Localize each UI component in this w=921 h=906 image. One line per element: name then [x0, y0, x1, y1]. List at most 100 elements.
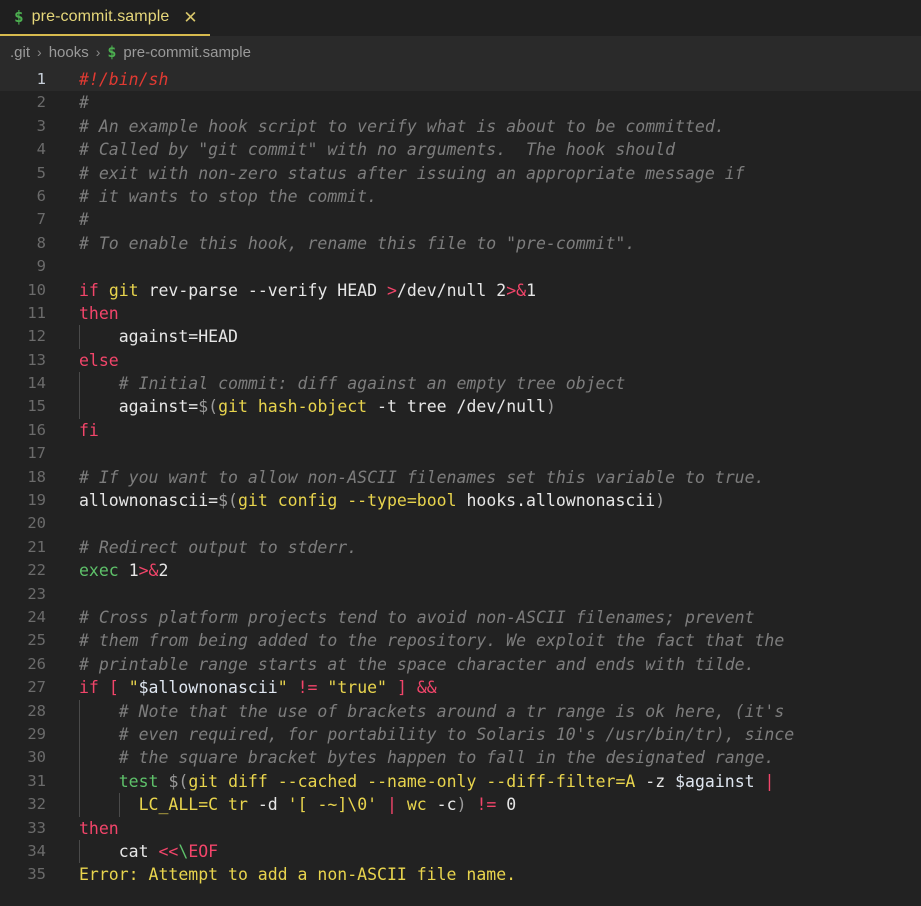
code-line[interactable]: 19 allownonascii=$(git config --type=bool… [0, 489, 921, 512]
code-line[interactable]: 22 exec 1>&2 [0, 559, 921, 582]
code-line-content[interactable]: LC_ALL=C tr -d '[ -~]\0' | wc -c) != 0 [46, 793, 921, 817]
code-line[interactable]: 33 then [0, 817, 921, 840]
line-number: 18 [27, 467, 46, 486]
code-line-content[interactable]: # Called by "git commit" with no argumen… [46, 138, 921, 161]
breadcrumb-item-git[interactable]: .git [10, 44, 30, 61]
breadcrumb-item-hooks[interactable]: hooks [49, 44, 89, 61]
code-line-content[interactable]: else [46, 349, 921, 372]
code-token: 0 [506, 795, 517, 815]
code-line[interactable]: 14 # Initial commit: diff against an emp… [0, 372, 921, 396]
code-line[interactable]: 3 # An example hook script to verify what… [0, 115, 921, 138]
code-line-content[interactable]: # even required, for portability to Sola… [46, 722, 921, 747]
code-line-content[interactable] [46, 255, 921, 278]
line-number: 32 [27, 795, 46, 814]
code-line[interactable]: 5 # exit with non-zero status after issui… [0, 162, 921, 185]
code-line-content[interactable]: then [46, 302, 921, 325]
code-line[interactable]: 15 against=$(git hash-object -t tree /de… [0, 395, 921, 419]
code-line[interactable]: 18 # If you want to allow non-ASCII filen… [0, 466, 921, 489]
code-token: # Note that the use of brackets around a… [79, 701, 785, 721]
code-line-content[interactable]: against=$(git hash-object -t tree /dev/n… [46, 395, 921, 419]
code-line[interactable]: 8 # To enable this hook, rename this file… [0, 232, 921, 255]
code-line[interactable]: 35 Error: Attempt to add a non-ASCII file… [0, 863, 921, 886]
close-icon[interactable]: ✕ [183, 9, 197, 26]
code-line-content[interactable] [46, 512, 921, 535]
tab-pre-commit-sample[interactable]: $ pre-commit.sample ✕ [0, 0, 210, 36]
code-line[interactable]: 34 cat <<\EOF [0, 839, 921, 864]
code-token: -c [426, 795, 457, 815]
code-token: << [158, 841, 179, 861]
code-line-content[interactable]: Error: Attempt to add a non-ASCII file n… [46, 863, 921, 886]
code-line-content[interactable]: # An example hook script to verify what … [46, 115, 921, 138]
code-line-content[interactable]: # Cross platform projects tend to avoid … [46, 606, 921, 629]
code-line[interactable]: 28 # Note that the use of brackets aroun… [0, 699, 921, 723]
code-line[interactable]: 23 [0, 583, 921, 606]
code-line-content[interactable] [46, 583, 921, 606]
code-line-content[interactable]: # [46, 91, 921, 114]
code-line-content[interactable]: # exit with non-zero status after issuin… [46, 162, 921, 185]
code-line-content[interactable]: # Initial commit: diff against an empty … [46, 372, 921, 396]
code-line[interactable]: 6 # it wants to stop the commit. [0, 185, 921, 208]
code-line-content[interactable]: fi [46, 419, 921, 442]
code-line-content[interactable]: # printable range starts at the space ch… [46, 653, 921, 676]
code-line[interactable]: 27 if [ "$allownonascii" != "true" ] && [0, 676, 921, 699]
code-token: # exit with non-zero status after issuin… [79, 163, 745, 183]
code-line-content[interactable]: # [46, 208, 921, 231]
code-line-content[interactable]: against=HEAD [46, 325, 921, 349]
code-line-content[interactable]: # Note that the use of brackets around a… [46, 699, 921, 723]
code-token: 1 [128, 561, 139, 581]
code-line-content[interactable]: allownonascii=$(git config --type=bool h… [46, 489, 921, 512]
code-line[interactable]: 4 # Called by "git commit" with no argume… [0, 138, 921, 161]
code-line[interactable]: 10 if git rev-parse --verify HEAD >/dev/n… [0, 279, 921, 302]
code-line-content[interactable]: #!/bin/sh [46, 68, 921, 91]
code-line[interactable]: 30 # the square bracket bytes happen to … [0, 746, 921, 770]
code-line[interactable]: 7 # [0, 208, 921, 231]
code-token: # it wants to stop the commit. [79, 186, 378, 206]
line-number: 7 [36, 210, 46, 229]
code-line-content[interactable]: cat <<\EOF [46, 839, 921, 864]
code-line-content[interactable]: # them from being added to the repositor… [46, 629, 921, 652]
code-line-content[interactable]: if [ "$allownonascii" != "true" ] && [46, 676, 921, 699]
code-line-content[interactable]: # it wants to stop the commit. [46, 185, 921, 208]
code-line-content[interactable]: test $(git diff --cached --name-only --d… [46, 769, 921, 794]
code-token: then [79, 818, 119, 838]
code-line[interactable]: 20 [0, 512, 921, 535]
code-line[interactable]: 9 [0, 255, 921, 278]
code-line[interactable]: 13 else [0, 349, 921, 372]
tab-label: pre-commit.sample [31, 8, 170, 25]
code-line-content[interactable]: # the square bracket bytes happen to fal… [46, 746, 921, 770]
code-line[interactable]: 2 # [0, 91, 921, 114]
code-line[interactable]: 32 LC_ALL=C tr -d '[ -~]\0' | wc -c) != … [0, 793, 921, 817]
code-line[interactable]: 12 against=HEAD [0, 325, 921, 349]
code-line-content[interactable]: # Redirect output to stderr. [46, 536, 921, 559]
code-token: $allownonascii [138, 678, 278, 698]
code-line[interactable]: 26 # printable range starts at the space … [0, 653, 921, 676]
line-number: 13 [27, 350, 46, 369]
code-token: $( [198, 397, 219, 417]
code-line[interactable]: 17 [0, 442, 921, 465]
code-line[interactable]: 25 # them from being added to the reposit… [0, 629, 921, 652]
code-line[interactable]: 16 fi [0, 419, 921, 442]
code-token: != [476, 795, 497, 815]
code-line[interactable]: 11 then [0, 302, 921, 325]
code-token: # Initial commit: diff against an empty … [79, 374, 626, 394]
code-line-content[interactable]: # To enable this hook, rename this file … [46, 232, 921, 255]
code-line[interactable]: 1 #!/bin/sh [0, 68, 921, 92]
code-line[interactable]: 21 # Redirect output to stderr. [0, 536, 921, 559]
code-line-content[interactable]: if git rev-parse --verify HEAD >/dev/nul… [46, 279, 921, 302]
code-line-content[interactable] [46, 442, 921, 465]
code-line-content[interactable]: # If you want to allow non-ASCII filenam… [46, 466, 921, 489]
code-line[interactable]: 24 # Cross platform projects tend to avoi… [0, 606, 921, 629]
code-line-content[interactable]: then [46, 817, 921, 840]
breadcrumb-item-file[interactable]: pre-commit.sample [123, 44, 251, 61]
code-line-content[interactable]: exec 1>&2 [46, 559, 921, 582]
code-line[interactable]: 31 test $(git diff --cached --name-only … [0, 769, 921, 794]
code-token: tr [228, 795, 248, 815]
code-token: # Redirect output to stderr. [79, 537, 358, 557]
code-line[interactable]: 29 # even required, for portability to S… [0, 722, 921, 747]
code-token: config --type=bool [277, 491, 457, 511]
code-editor[interactable]: 1 #!/bin/sh 2 #3 # An example hook script to… [0, 68, 921, 906]
